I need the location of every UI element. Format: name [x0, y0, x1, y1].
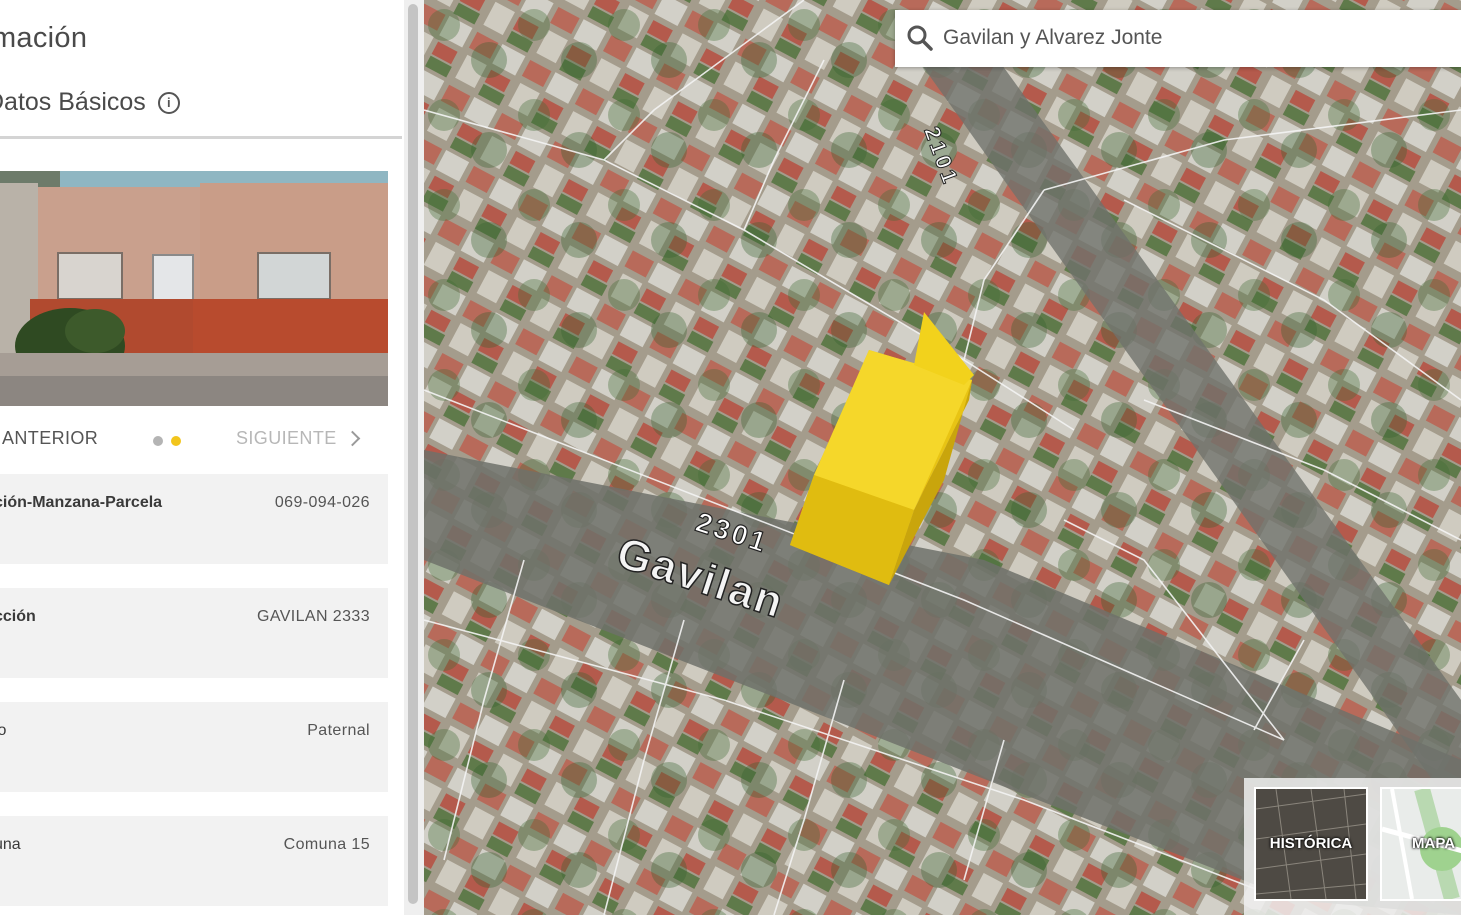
info-panel: rmación Datos Básicos i ANTERIOR SI: [0, 0, 404, 915]
carousel-dot-2-active[interactable]: [171, 436, 181, 446]
section-header[interactable]: Datos Básicos i: [0, 88, 180, 117]
map-search-box[interactable]: [895, 10, 1461, 67]
panel-title: rmación: [0, 22, 88, 54]
row-label: ción-Manzana-Parcela: [0, 494, 163, 511]
row-label: cción: [0, 608, 36, 625]
row-value: GAVILAN 2333: [256, 608, 370, 625]
row-label: io: [0, 722, 7, 739]
section-header-label: Datos Básicos: [0, 88, 146, 116]
info-row-barrio: io Paternal: [0, 702, 388, 792]
previous-button[interactable]: ANTERIOR: [2, 428, 98, 449]
row-label: una: [0, 836, 21, 853]
info-icon[interactable]: i: [157, 91, 180, 114]
panel-scrollbar[interactable]: [408, 4, 418, 904]
next-button-label: SIGUIENTE: [236, 428, 337, 448]
building-photo: [0, 171, 388, 406]
info-row-direccion: cción GAVILAN 2333: [0, 588, 388, 678]
chevron-right-icon: [344, 430, 360, 447]
row-value: Paternal: [307, 722, 370, 739]
header-divider: [0, 136, 402, 139]
search-icon[interactable]: [905, 23, 935, 53]
basemap-historica-label: HISTÓRICA: [1269, 835, 1353, 852]
photo-carousel-controls: ANTERIOR SIGUIENTE: [0, 424, 388, 456]
next-button[interactable]: SIGUIENTE: [236, 428, 360, 449]
basemap-historica-button[interactable]: HISTÓRICA: [1254, 787, 1368, 901]
row-value: 069-094-026: [274, 494, 370, 511]
info-row-comuna: una Comuna 15: [0, 816, 388, 906]
info-row-smp: ción-Manzana-Parcela 069-094-026: [0, 474, 388, 564]
row-value: Comuna 15: [283, 836, 370, 853]
carousel-dot-1[interactable]: [153, 436, 163, 446]
map-view[interactable]: 2301 Gavilan 2101 HISTÓRICA MAPA: [424, 0, 1461, 915]
search-input[interactable]: [943, 23, 1443, 53]
basemap-switcher: HISTÓRICA MAPA: [1244, 778, 1461, 915]
basemap-mapa-button[interactable]: MAPA: [1380, 787, 1461, 901]
basemap-mapa-label: MAPA: [1412, 835, 1456, 852]
